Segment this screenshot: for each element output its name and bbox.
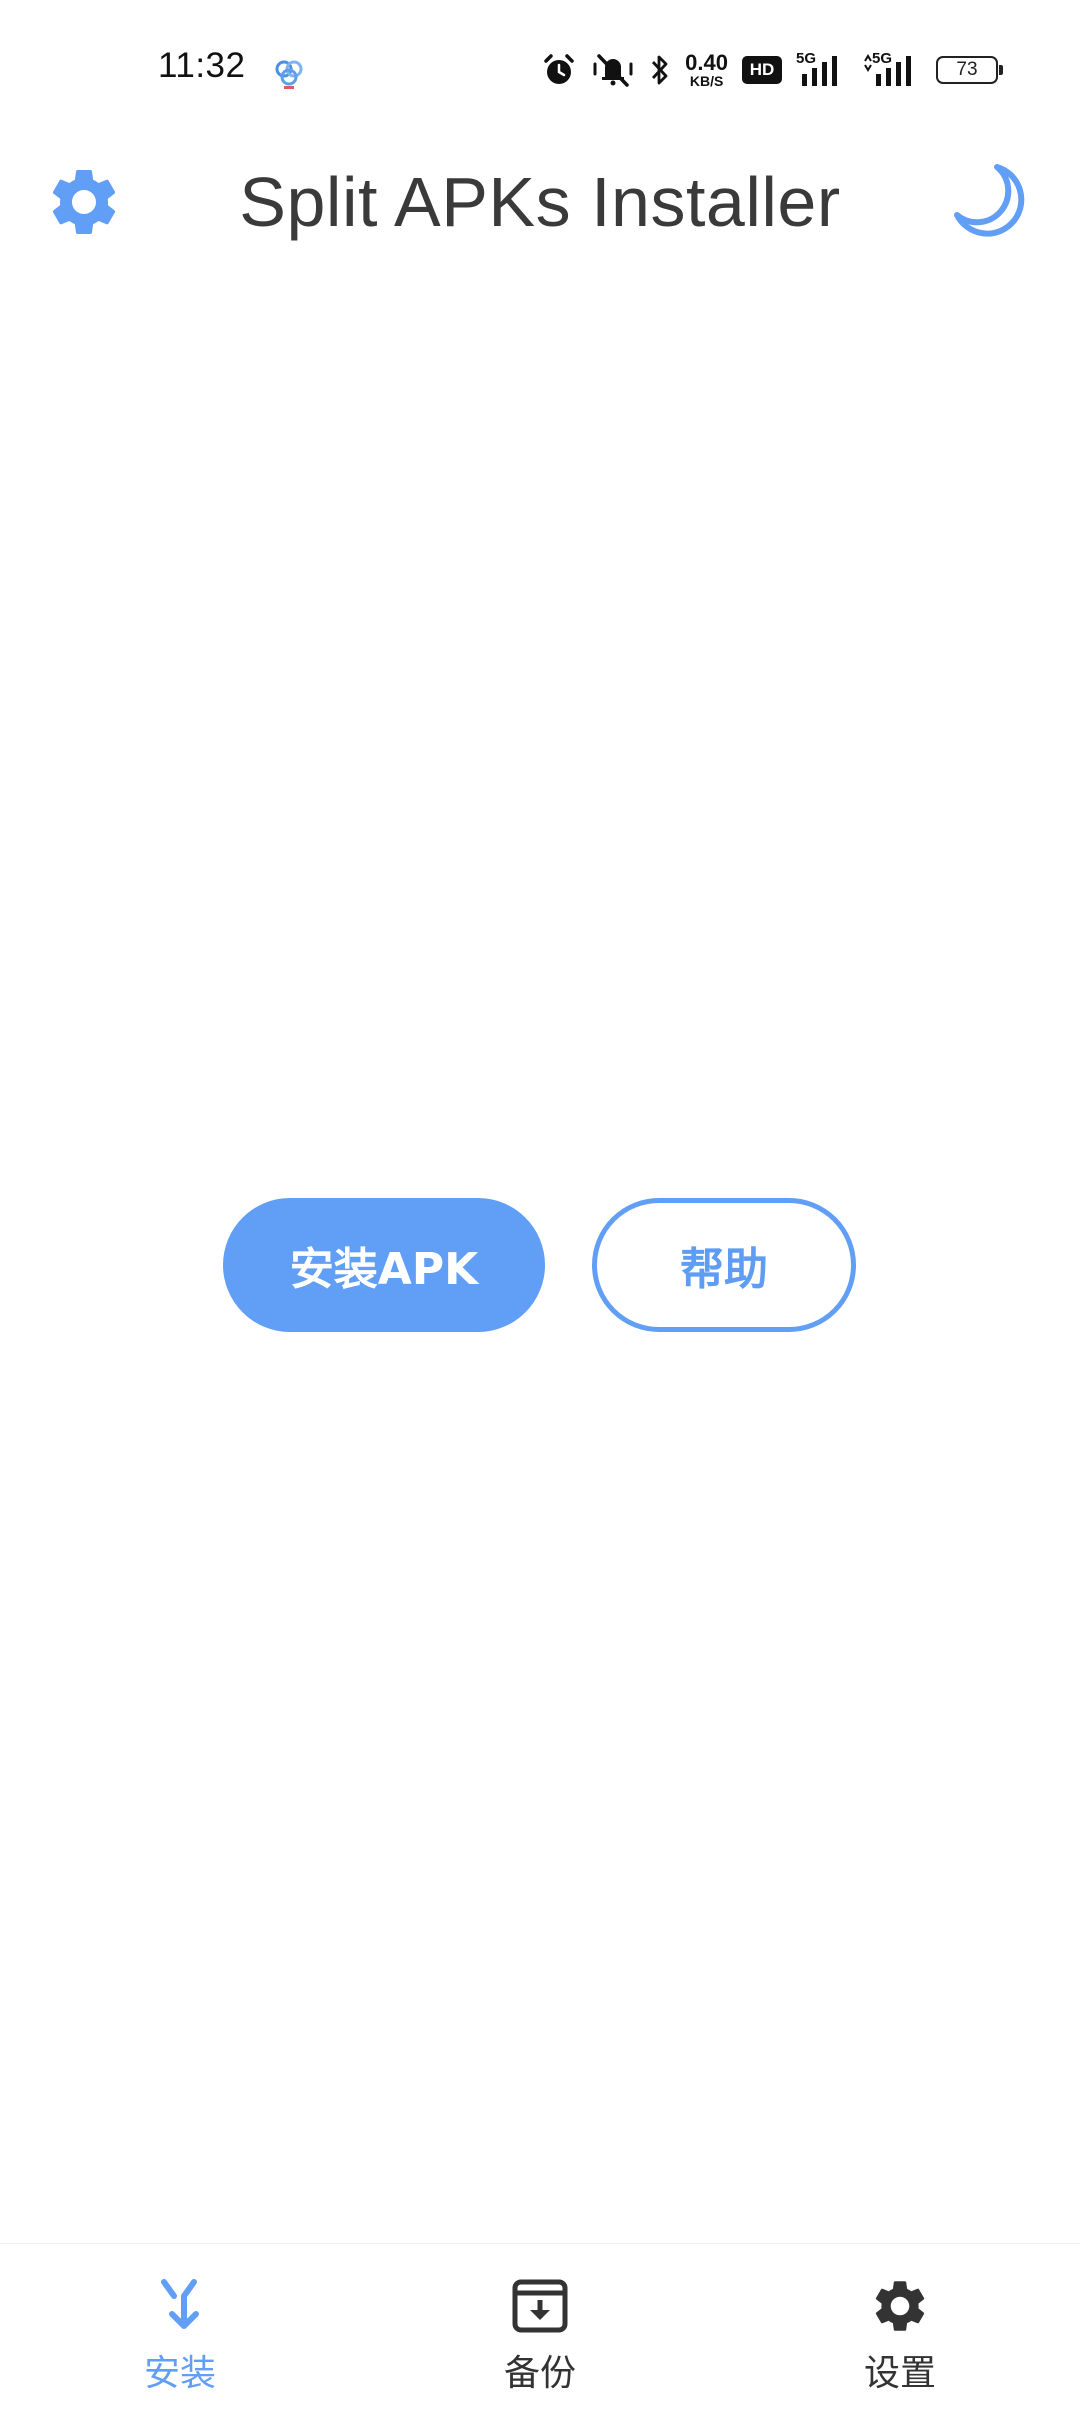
help-button[interactable]: 帮助: [592, 1198, 856, 1332]
alarm-icon: [541, 50, 577, 90]
nav-item-settings[interactable]: 设置: [720, 2244, 1080, 2412]
bluetooth-icon: [649, 50, 671, 90]
app-bar: Split APKs Installer: [0, 140, 1080, 270]
archive-icon: [508, 2274, 572, 2338]
nav-item-backup[interactable]: 备份: [360, 2244, 720, 2412]
battery-level: 73: [956, 59, 978, 80]
status-bar: 11:32 0.40 KB/S HD 5G 5G 73: [0, 0, 1080, 140]
hd-badge: HD: [742, 56, 782, 84]
install-icon: [148, 2274, 212, 2338]
hd-voice-icon: HD: [742, 50, 782, 90]
signal-5g-label: 5G: [796, 50, 817, 67]
install-apk-button[interactable]: 安装APK: [223, 1198, 545, 1332]
moon-icon: [949, 159, 1035, 245]
page-title: Split APKs Installer: [239, 163, 841, 241]
nav-label-backup: 备份: [503, 2353, 576, 2394]
theme-toggle-button[interactable]: [944, 154, 1040, 250]
nav-label-install: 安装: [143, 2353, 216, 2394]
status-icons: 0.40 KB/S HD 5G 5G 73: [541, 48, 1003, 92]
app-notification-icon: [272, 56, 306, 90]
main-actions: 安装APK 帮助: [0, 1198, 1080, 1332]
battery-icon: 73: [936, 56, 1003, 84]
gear-icon: [868, 2274, 932, 2338]
bottom-navigation: 安装 备份 设置: [0, 2243, 1080, 2412]
silent-mode-icon: [591, 50, 635, 90]
network-speed-value: 0.40: [685, 50, 728, 75]
signal-5g-icon: 5G: [796, 50, 848, 90]
network-speed: 0.40 KB/S: [685, 50, 728, 90]
signal-5g-icon: 5G: [862, 50, 922, 90]
nav-label-settings: 设置: [863, 2353, 936, 2394]
network-speed-unit: KB/S: [689, 73, 724, 89]
status-time: 11:32: [158, 46, 246, 85]
nav-item-install[interactable]: 安装: [0, 2244, 360, 2412]
signal-5g-label: 5G: [872, 50, 893, 67]
